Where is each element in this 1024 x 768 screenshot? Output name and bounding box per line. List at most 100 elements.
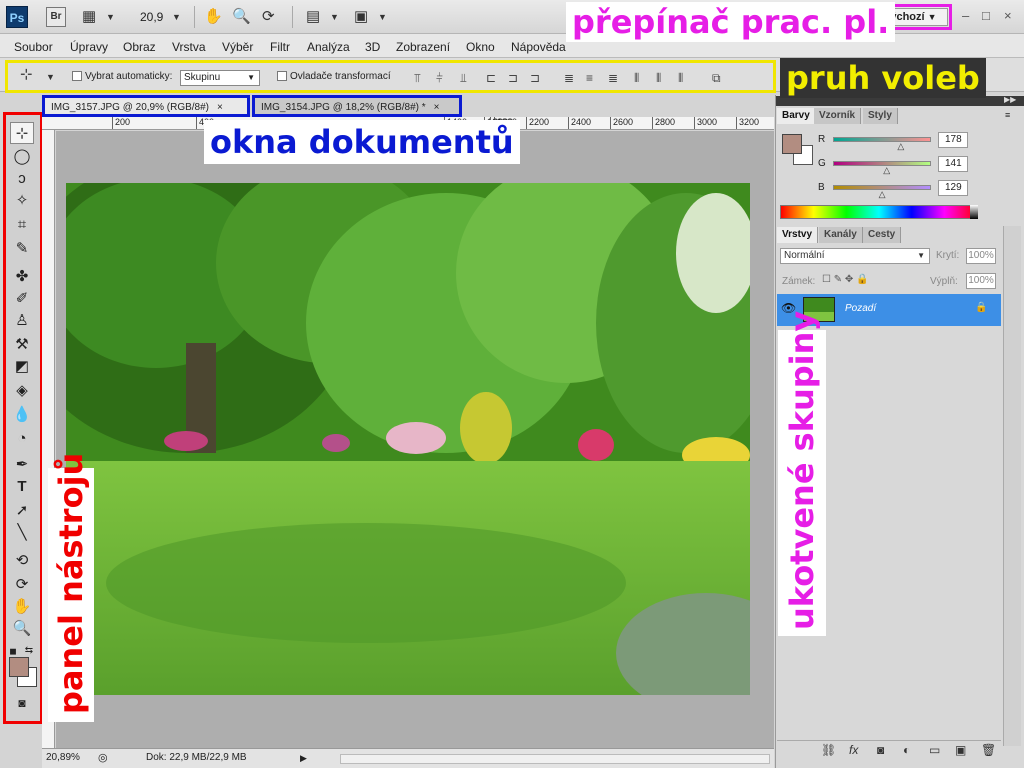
- tab-label: IMG_3157.JPG @ 20,9% (RGB/8#): [51, 102, 209, 113]
- annotation-tool-panel: panel nástrojů: [52, 452, 90, 714]
- zoom-tool-icon[interactable]: 🔍: [232, 8, 251, 26]
- status-zoom[interactable]: 20,89%: [46, 749, 80, 767]
- close-button[interactable]: ×: [1004, 8, 1012, 23]
- menu-item-file[interactable]: Soubor: [14, 40, 53, 54]
- lock-icon: 🔒: [975, 302, 988, 313]
- lock-label: Zámek:: [782, 276, 816, 287]
- horizontal-scrollbar[interactable]: [340, 754, 770, 764]
- fill-field[interactable]: 100%: [966, 273, 996, 289]
- channel-label: R: [818, 134, 826, 145]
- menu-item-image[interactable]: Obraz: [123, 40, 156, 54]
- panel-menu-icon[interactable]: ≡: [1005, 110, 1010, 120]
- add-mask-icon[interactable]: ◙: [877, 743, 884, 757]
- chevron-down-icon: ▼: [917, 251, 925, 260]
- ruler-tick: 2200: [526, 117, 549, 129]
- tab-channels[interactable]: Kanály: [819, 227, 863, 243]
- annotation-docked-groups: ukotvené skupiny: [783, 310, 821, 630]
- channel-label: B: [818, 182, 825, 193]
- menu-item-help[interactable]: Nápověda: [511, 40, 566, 54]
- status-document-size: Dok: 22,9 MB/22,9 MB: [146, 752, 247, 763]
- ruler-tick: 3000: [694, 117, 717, 129]
- ruler-tick: 2800: [652, 117, 675, 129]
- annotation-workspace-switcher: přepínač prac. pl.: [566, 2, 896, 42]
- new-layer-icon[interactable]: ▣: [955, 743, 966, 757]
- channel-slider-thumb-icon[interactable]: △: [897, 141, 904, 152]
- link-layers-icon[interactable]: ⛓: [821, 743, 836, 757]
- channel-slider-track[interactable]: [833, 161, 931, 166]
- menu-item-analysis[interactable]: Analýza: [307, 40, 350, 54]
- layer-name: Pozadí: [845, 303, 877, 314]
- tab-document-1[interactable]: IMG_3157.JPG @ 20,9% (RGB/8#) ×: [42, 95, 250, 117]
- channel-label: G: [818, 158, 826, 169]
- separator: [292, 6, 293, 28]
- screen-mode-icon[interactable]: ▣: [354, 8, 368, 26]
- annotation-docked-groups-box: ukotvené skupiny: [778, 311, 826, 636]
- status-menu-arrow-icon[interactable]: ▶: [300, 749, 307, 767]
- zoom-level[interactable]: 20,9: [140, 10, 163, 24]
- channel-value-field[interactable]: 141: [938, 156, 968, 172]
- layers-vertical-scrollbar[interactable]: [1003, 226, 1021, 746]
- new-group-icon[interactable]: ▭: [929, 743, 940, 757]
- channel-slider-track[interactable]: [833, 137, 931, 142]
- menu-item-filter[interactable]: Filtr: [270, 40, 290, 54]
- close-icon[interactable]: ×: [434, 102, 440, 113]
- channel-value-field[interactable]: 129: [938, 180, 968, 196]
- tab-swatches[interactable]: Vzorník: [814, 108, 862, 124]
- arrange-documents-icon[interactable]: ▤: [306, 8, 320, 26]
- layers-panel-tabs: Vrstvy Kanály Cesty ≡: [777, 227, 1017, 243]
- bridge-button[interactable]: Br: [46, 7, 66, 27]
- tab-label: IMG_3154.JPG @ 18,2% (RGB/8#) *: [261, 102, 426, 113]
- channel-slider-thumb-icon[interactable]: △: [879, 189, 886, 200]
- ruler-tick: 2400: [568, 117, 591, 129]
- ruler-tick: 200: [112, 117, 130, 129]
- status-bar: 20,89% ◎ Dok: 22,9 MB/22,9 MB ▶: [42, 748, 774, 768]
- opacity-label: Krytí:: [936, 250, 960, 261]
- tab-color[interactable]: Barvy: [777, 108, 816, 124]
- zoom-dropdown-arrow-icon[interactable]: ▼: [172, 12, 181, 22]
- blend-mode-value: Normální: [784, 250, 825, 261]
- tool-panel-highlight-box: [3, 112, 43, 724]
- close-icon[interactable]: ×: [217, 102, 223, 113]
- fx-icon[interactable]: fx: [849, 743, 858, 757]
- menu-item-window[interactable]: Okno: [466, 40, 495, 54]
- tab-document-2[interactable]: IMG_3154.JPG @ 18,2% (RGB/8#) * ×: [252, 95, 462, 117]
- channel-slider-thumb-icon[interactable]: △: [883, 165, 890, 176]
- document-info-icon[interactable]: ◎: [98, 749, 108, 767]
- rotate-view-icon[interactable]: ⟳: [262, 8, 275, 26]
- color-spectrum-bar[interactable]: [780, 205, 978, 219]
- tab-layers[interactable]: Vrstvy: [777, 227, 819, 243]
- menu-item-3d[interactable]: 3D: [365, 40, 380, 54]
- hand-tool-icon[interactable]: ✋: [204, 8, 223, 26]
- separator: [194, 6, 195, 28]
- menu-item-select[interactable]: Výběr: [222, 40, 253, 54]
- fill-label: Výplň:: [930, 276, 958, 287]
- menu-item-view[interactable]: Zobrazení: [396, 40, 450, 54]
- screen-mode-dropdown-arrow-icon[interactable]: ▼: [378, 12, 387, 22]
- blend-mode-dropdown[interactable]: Normální ▼: [780, 248, 930, 264]
- lock-pixels-icon[interactable]: ☐ ✎ ✥ 🔒: [822, 274, 869, 285]
- photoshop-logo: Ps: [6, 6, 28, 28]
- color-spectrum-bw[interactable]: [970, 205, 978, 219]
- annotation-tool-panel-box: panel nástrojů: [48, 453, 94, 722]
- collapse-panels-icon[interactable]: ▶▶: [1004, 95, 1016, 104]
- minimize-button[interactable]: –: [962, 8, 969, 23]
- arrange-dropdown-arrow-icon[interactable]: ▼: [330, 12, 339, 22]
- layers-panel-footer: ⛓ fx ◙ ◐ ▭ ▣ 🗑: [777, 740, 1001, 760]
- adjustment-layer-icon[interactable]: ◐: [903, 743, 910, 757]
- view-dropdown-arrow-icon[interactable]: ▼: [106, 12, 115, 22]
- channel-value-field[interactable]: 178: [938, 132, 968, 148]
- document-image[interactable]: [66, 183, 750, 695]
- tab-styles[interactable]: Styly: [863, 108, 898, 124]
- opacity-field[interactable]: 100%: [966, 248, 996, 264]
- color-panel-foreground-swatch[interactable]: [782, 134, 802, 154]
- menu-item-layer[interactable]: Vrstva: [172, 40, 206, 54]
- annotation-options-bar: pruh voleb: [780, 58, 986, 98]
- menu-item-edit[interactable]: Úpravy: [70, 40, 108, 54]
- tab-paths[interactable]: Cesty: [863, 227, 902, 243]
- ruler-tick: 2600: [610, 117, 633, 129]
- ruler-tick: 3200: [736, 117, 759, 129]
- film-view-icon[interactable]: ▦: [82, 8, 96, 26]
- maximize-button[interactable]: □: [982, 8, 990, 23]
- options-bar-highlight-box: [5, 60, 776, 93]
- delete-layer-icon[interactable]: 🗑: [981, 743, 996, 757]
